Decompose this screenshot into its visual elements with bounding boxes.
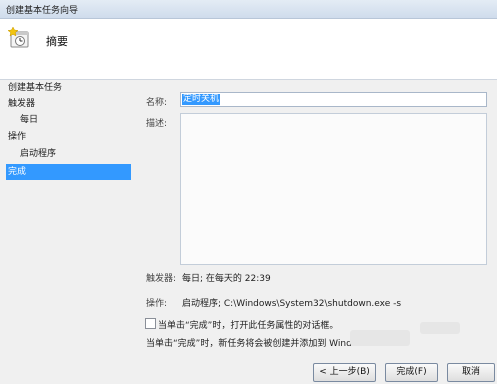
open-properties-checkbox[interactable] — [145, 318, 156, 329]
watermark-blur — [350, 330, 410, 346]
back-button[interactable]: < 上一步(B) — [313, 363, 376, 382]
step-start-program[interactable]: 启动程序 — [20, 146, 56, 162]
description-label: 描述: — [146, 119, 168, 129]
finish-button[interactable]: 完成(F) — [385, 363, 438, 382]
wizard-steps: 创建基本任务 触发器 每日 操作 启动程序 完成 — [0, 80, 136, 360]
action-value: 启动程序; C:\Windows\System32\shutdown.exe -… — [182, 299, 402, 309]
description-field[interactable] — [180, 113, 487, 265]
open-properties-label[interactable]: 当单击“完成”时，打开此任务属性的对话框。 — [158, 318, 338, 331]
name-value: 定时关机 — [182, 94, 221, 105]
step-action[interactable]: 操作 — [8, 129, 26, 145]
step-trigger[interactable]: 触发器 — [8, 96, 35, 112]
step-finish[interactable]: 完成 — [6, 164, 131, 180]
step-daily[interactable]: 每日 — [20, 112, 38, 128]
page-title: 摘要 — [46, 35, 68, 48]
task-wizard-icon — [7, 26, 32, 50]
cancel-button[interactable]: 取消 — [447, 363, 495, 382]
trigger-label: 触发器: — [146, 274, 177, 284]
wizard-header: 摘要 — [0, 19, 497, 80]
action-label: 操作: — [146, 299, 168, 309]
title-bar[interactable]: 创建基本任务向导 — [0, 0, 497, 19]
window-title: 创建基本任务向导 — [6, 6, 79, 16]
finish-note: 当单击“完成”时，新任务将会被创建并添加到 Wind — [146, 339, 352, 349]
name-field[interactable]: 定时关机 — [180, 92, 487, 107]
trigger-value: 每日; 在每天的 22:39 — [182, 274, 271, 284]
step-create-basic-task[interactable]: 创建基本任务 — [8, 80, 62, 96]
name-label: 名称: — [146, 98, 168, 108]
watermark-blur — [420, 322, 460, 334]
